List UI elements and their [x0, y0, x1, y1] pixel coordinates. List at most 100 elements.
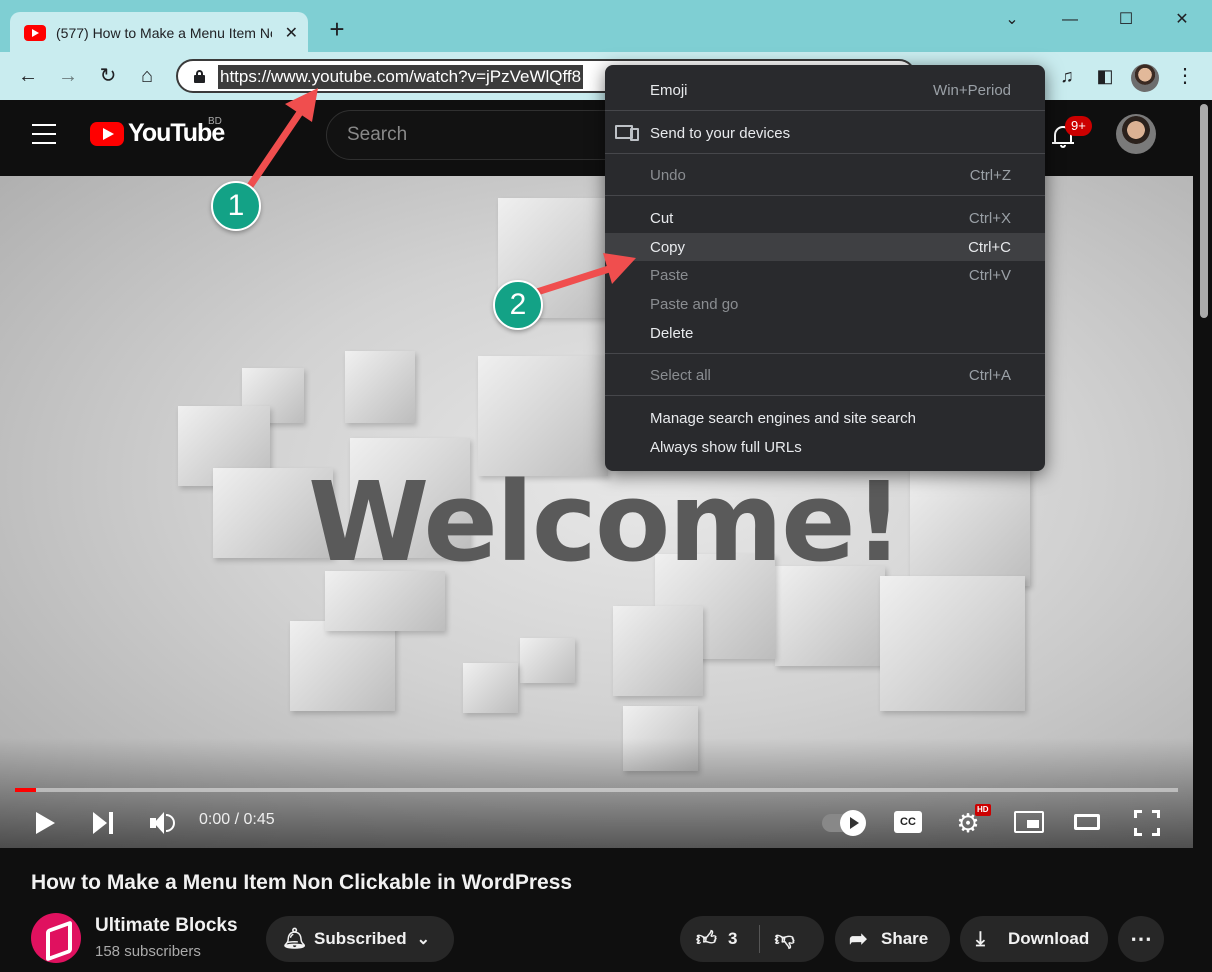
youtube-search-input[interactable]: Search: [326, 110, 626, 160]
youtube-account-avatar[interactable]: [1116, 114, 1156, 154]
page-scrollbar[interactable]: [1196, 100, 1212, 972]
menu-separator: [605, 110, 1045, 111]
menu-item-label: Paste and go: [650, 295, 739, 313]
menu-item-shortcut: Ctrl+Z: [969, 166, 1011, 184]
like-count[interactable]: 3: [728, 929, 737, 949]
channel-name[interactable]: Ultimate Blocks: [95, 915, 238, 937]
window-close-icon[interactable]: ✕: [1162, 6, 1202, 34]
menu-item-select-all[interactable]: Select all Ctrl+A: [605, 361, 1045, 389]
bell-icon: 🔔︎: [282, 928, 308, 950]
step-1-badge: 1: [211, 181, 261, 231]
scrollbar-thumb[interactable]: [1200, 104, 1208, 318]
notification-count-badge: 9+: [1065, 116, 1092, 136]
menu-item-manage-search-engines[interactable]: Manage search engines and site search: [605, 404, 1045, 432]
menu-item-shortcut: Ctrl+V: [968, 266, 1011, 284]
progress-bar[interactable]: [15, 788, 1178, 792]
back-arrow-icon[interactable]: ←: [14, 62, 42, 90]
download-label: Download: [1008, 929, 1090, 948]
next-video-icon[interactable]: [93, 812, 115, 834]
welcome-overlay-text: Welcome!: [308, 458, 904, 586]
browser-tab[interactable]: (577) How to Make a Menu Item Non Clicka…: [10, 12, 308, 54]
menu-item-shortcut: Ctrl+X: [968, 209, 1011, 227]
youtube-logo-icon[interactable]: [90, 122, 124, 146]
side-panel-icon[interactable]: ◧: [1091, 62, 1119, 90]
menu-item-label: Paste: [650, 266, 689, 284]
cube-decoration: [910, 466, 1030, 586]
cube-decoration: [880, 576, 1025, 711]
subscribed-button[interactable]: 🔔︎ Subscribed ⌄: [266, 916, 454, 962]
home-icon[interactable]: ⌂: [133, 62, 161, 90]
cube-decoration: [463, 663, 518, 713]
menu-item-undo[interactable]: Undo Ctrl+Z: [605, 161, 1045, 189]
play-icon[interactable]: [36, 812, 55, 834]
autoplay-toggle[interactable]: [822, 810, 866, 836]
menu-separator: [605, 195, 1045, 196]
download-button[interactable]: ⤓ Download: [960, 916, 1108, 962]
like-dislike-group: 👍︎ 3 👎︎: [680, 916, 824, 962]
share-button[interactable]: ➦ Share: [835, 916, 950, 962]
menu-item-label: Emoji: [650, 81, 688, 99]
minimize-icon[interactable]: —: [1050, 6, 1090, 34]
menu-separator: [605, 353, 1045, 354]
channel-avatar[interactable]: [31, 913, 81, 963]
tab-search-chevron-icon[interactable]: ⌄: [992, 6, 1032, 34]
browser-tab-strip: (577) How to Make a Menu Item Non Clicka…: [0, 0, 1212, 54]
menu-item-shortcut: Win+Period: [933, 81, 1011, 99]
menu-item-emoji[interactable]: Emoji Win+Period: [605, 76, 1045, 104]
lock-icon[interactable]: [194, 70, 205, 83]
devices-icon: [615, 125, 639, 141]
like-thumb-icon[interactable]: 👍︎: [696, 928, 718, 950]
reload-icon[interactable]: ↻: [94, 62, 122, 90]
cube-decoration: [520, 638, 575, 683]
menu-item-label: Select all: [650, 366, 711, 384]
url-text-selected[interactable]: https://www.youtube.com/watch?v=jPzVeWlQ…: [218, 65, 584, 89]
menu-item-always-show-full-urls[interactable]: Always show full URLs: [605, 433, 1045, 461]
menu-item-paste[interactable]: Paste Ctrl+V: [605, 261, 1045, 289]
menu-item-label: Always show full URLs: [650, 438, 802, 456]
menu-item-shortcut: Ctrl+C: [968, 238, 1011, 256]
subscriber-count: 158 subscribers: [95, 943, 201, 960]
chrome-menu-icon[interactable]: ⋮: [1171, 62, 1199, 90]
menu-item-cut[interactable]: Cut Ctrl+X: [605, 204, 1045, 232]
new-tab-plus-icon[interactable]: +: [322, 14, 352, 44]
menu-item-label: Delete: [650, 324, 694, 342]
share-arrow-icon: ➦: [849, 926, 868, 951]
progress-bar-fill: [15, 788, 36, 792]
more-actions-icon[interactable]: ⋯: [1118, 916, 1164, 962]
menu-item-label: Cut: [650, 209, 674, 227]
country-code: BD: [208, 116, 222, 127]
hamburger-menu-icon[interactable]: [32, 124, 56, 144]
youtube-favicon-icon: [24, 25, 46, 41]
menu-item-shortcut: Ctrl+A: [968, 366, 1011, 384]
cube-decoration: [345, 351, 415, 423]
download-icon: ⤓: [976, 928, 985, 950]
step-2-badge: 2: [493, 280, 543, 330]
menu-item-label: Undo: [650, 166, 686, 184]
menu-item-label: Manage search engines and site search: [650, 409, 917, 427]
context-menu: Emoji Win+Period Send to your devices Un…: [605, 65, 1045, 471]
menu-item-paste-and-go[interactable]: Paste and go: [605, 290, 1045, 318]
tab-close-icon[interactable]: ✕: [285, 23, 298, 43]
divider: [759, 925, 761, 953]
miniplayer-icon[interactable]: [1014, 811, 1044, 833]
menu-item-label: Copy: [650, 238, 686, 256]
time-display: 0:00 / 0:45: [199, 811, 275, 828]
dislike-thumb-icon[interactable]: 👎︎: [774, 928, 796, 950]
chevron-down-icon: ⌄: [416, 931, 430, 948]
tab-title: (577) How to Make a Menu Item Non Clicka…: [56, 25, 272, 41]
chrome-profile-avatar[interactable]: [1131, 64, 1159, 92]
media-controls-icon[interactable]: ♫: [1053, 62, 1081, 90]
cube-decoration: [290, 621, 395, 711]
maximize-icon[interactable]: ☐: [1106, 6, 1146, 34]
fullscreen-icon[interactable]: [1134, 810, 1160, 836]
forward-arrow-icon[interactable]: →: [54, 62, 82, 90]
menu-separator: [605, 153, 1045, 154]
menu-item-label: Send to your devices: [650, 124, 791, 142]
share-label: Share: [881, 929, 929, 948]
menu-item-delete[interactable]: Delete: [605, 319, 1045, 347]
menu-item-send-to-devices[interactable]: Send to your devices: [605, 119, 1045, 147]
theater-mode-icon[interactable]: [1074, 814, 1100, 830]
subtitles-cc-icon[interactable]: CC: [894, 811, 922, 833]
menu-item-copy[interactable]: Copy Ctrl+C: [605, 233, 1045, 261]
hd-badge: HD: [975, 804, 991, 816]
